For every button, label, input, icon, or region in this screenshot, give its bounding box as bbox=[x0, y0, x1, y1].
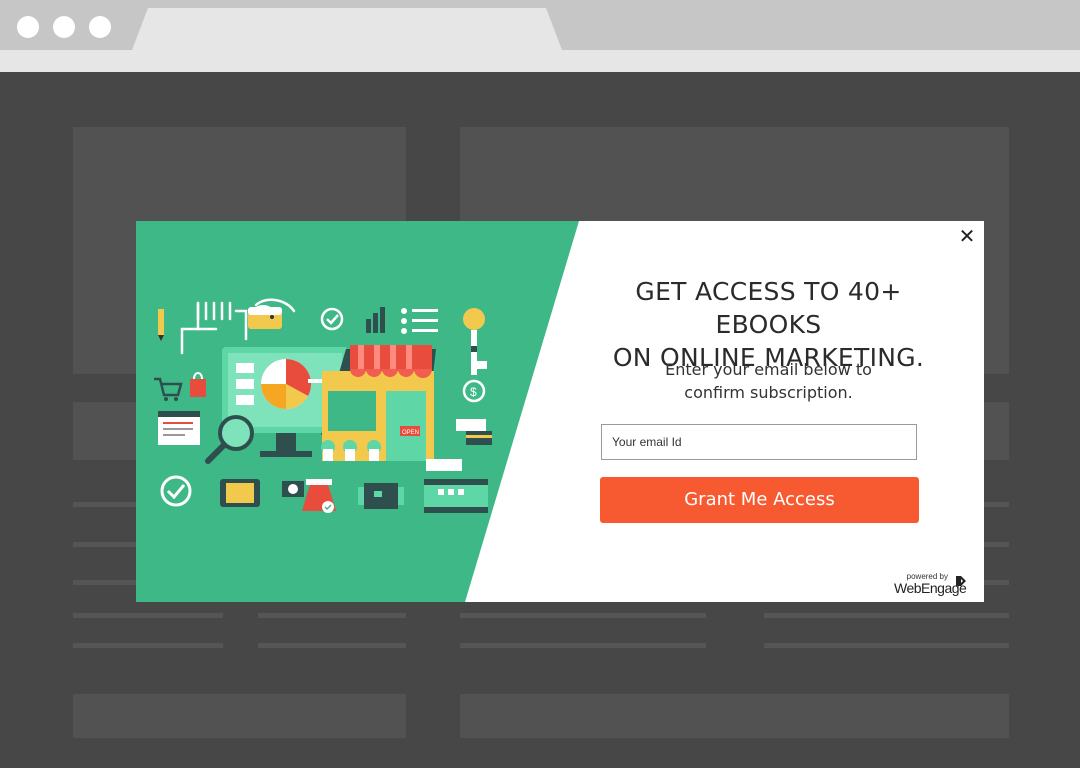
window-close-dot[interactable] bbox=[17, 16, 39, 38]
placeholder-line bbox=[460, 613, 706, 618]
grant-access-button[interactable]: Grant Me Access bbox=[600, 477, 919, 523]
headline-line-1: GET ACCESS TO 40+ EBOOKS bbox=[635, 277, 902, 339]
placeholder-line bbox=[764, 643, 1009, 648]
ecommerce-illustration-icon: OPEN $ bbox=[154, 298, 492, 513]
svg-text:$: $ bbox=[470, 385, 477, 399]
placeholder-line bbox=[258, 643, 406, 648]
browser-chrome bbox=[0, 0, 1080, 72]
browser-tab[interactable] bbox=[132, 8, 562, 50]
subline-line-1: Enter your email below to bbox=[665, 360, 872, 379]
window-minimize-dot[interactable] bbox=[53, 16, 75, 38]
email-input[interactable] bbox=[602, 425, 916, 459]
webengage-logo-icon bbox=[956, 576, 966, 586]
window-zoom-dot[interactable] bbox=[89, 16, 111, 38]
placeholder-line bbox=[764, 613, 1009, 618]
placeholder-block bbox=[73, 694, 406, 738]
modal-subline: Enter your email below to confirm subscr… bbox=[579, 358, 958, 404]
modal-content: GET ACCESS TO 40+ EBOOKS ON ONLINE MARKE… bbox=[579, 221, 984, 602]
powered-by-badge[interactable]: powered by WebEngage bbox=[894, 572, 974, 596]
marketing-illustration: OPEN $ bbox=[136, 221, 579, 602]
placeholder-line bbox=[460, 643, 706, 648]
placeholder-line bbox=[73, 613, 223, 618]
subscription-modal: OPEN $ ✕ GET ACCESS TO 40+ EBOOKS ON ONL… bbox=[136, 221, 984, 602]
placeholder-line bbox=[258, 613, 406, 618]
email-field-wrapper bbox=[601, 424, 917, 460]
svg-text:OPEN: OPEN bbox=[402, 430, 419, 436]
placeholder-block bbox=[460, 694, 1009, 738]
address-bar bbox=[0, 50, 1080, 72]
subline-line-2: confirm subscription. bbox=[684, 383, 853, 402]
placeholder-line bbox=[73, 643, 223, 648]
